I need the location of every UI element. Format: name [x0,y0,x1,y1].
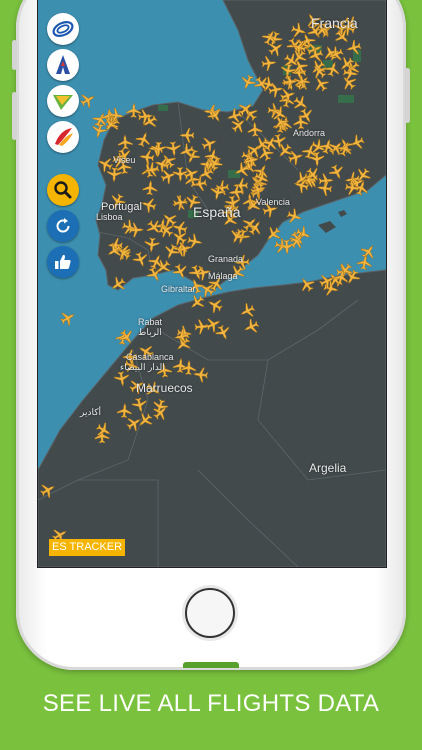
search-button[interactable] [47,174,79,206]
alitalia-logo-icon [56,55,70,74]
search-icon [54,181,72,199]
airline-filter-air-europa[interactable] [47,13,79,45]
refresh-icon [56,218,70,233]
vueling-logo-icon [53,95,73,110]
airline-filter-iberia[interactable] [47,121,79,153]
map-label-marruecos: Marruecos [136,381,193,395]
map-canvas[interactable] [38,0,386,567]
map-label-casablanca: Casablanca [126,352,174,362]
map-label-viseu: Viseu [113,155,136,165]
map-label-espana: España [193,204,241,220]
map-label-lisboa: Lisboa [96,212,123,222]
map-screen[interactable]: Francia Andorra Portugal Lisboa España V… [37,0,387,568]
africa-landmass [38,269,386,567]
map-label-argelia: Argelia [309,461,347,475]
flight-marker[interactable] [57,307,79,329]
like-button[interactable] [47,246,79,278]
air-europa-logo-icon [52,21,74,37]
map-label-andorra: Andorra [293,128,326,138]
map-label-casablanca-ar: الدار البيضاء [120,362,165,372]
mute-switch [12,40,17,70]
map-label-agadir-ar: أكادير [80,407,102,417]
airline-filter-vueling[interactable] [47,85,79,117]
map-label-malaga: Málaga [208,271,238,281]
map-label-valencia: Valencia [256,197,290,207]
map-label-rabat: Rabat [138,317,163,327]
flight-marker[interactable] [238,72,258,93]
home-button[interactable] [185,588,235,638]
map-label-granada: Granada [208,254,244,264]
refresh-button[interactable] [47,210,79,242]
power-button [405,68,410,123]
flight-marker[interactable] [77,89,99,111]
lightning-connector [183,662,239,668]
thumbs-up-icon [55,254,71,269]
balearic-islands [318,210,347,233]
map-label-france: Francia [311,15,358,31]
promo-caption: SEE LIVE ALL FLIGHTS DATA [42,690,380,717]
iberia-logo-icon [55,128,73,146]
airline-filter-alitalia[interactable] [47,49,79,81]
flight-marker[interactable] [358,241,379,262]
map-label-rabat-ar: الرباط [138,327,162,337]
tracker-label: ES TRACKER [49,539,126,556]
volume-up-button [12,92,17,140]
map-label-gibraltar: Gibraltar [161,284,196,294]
